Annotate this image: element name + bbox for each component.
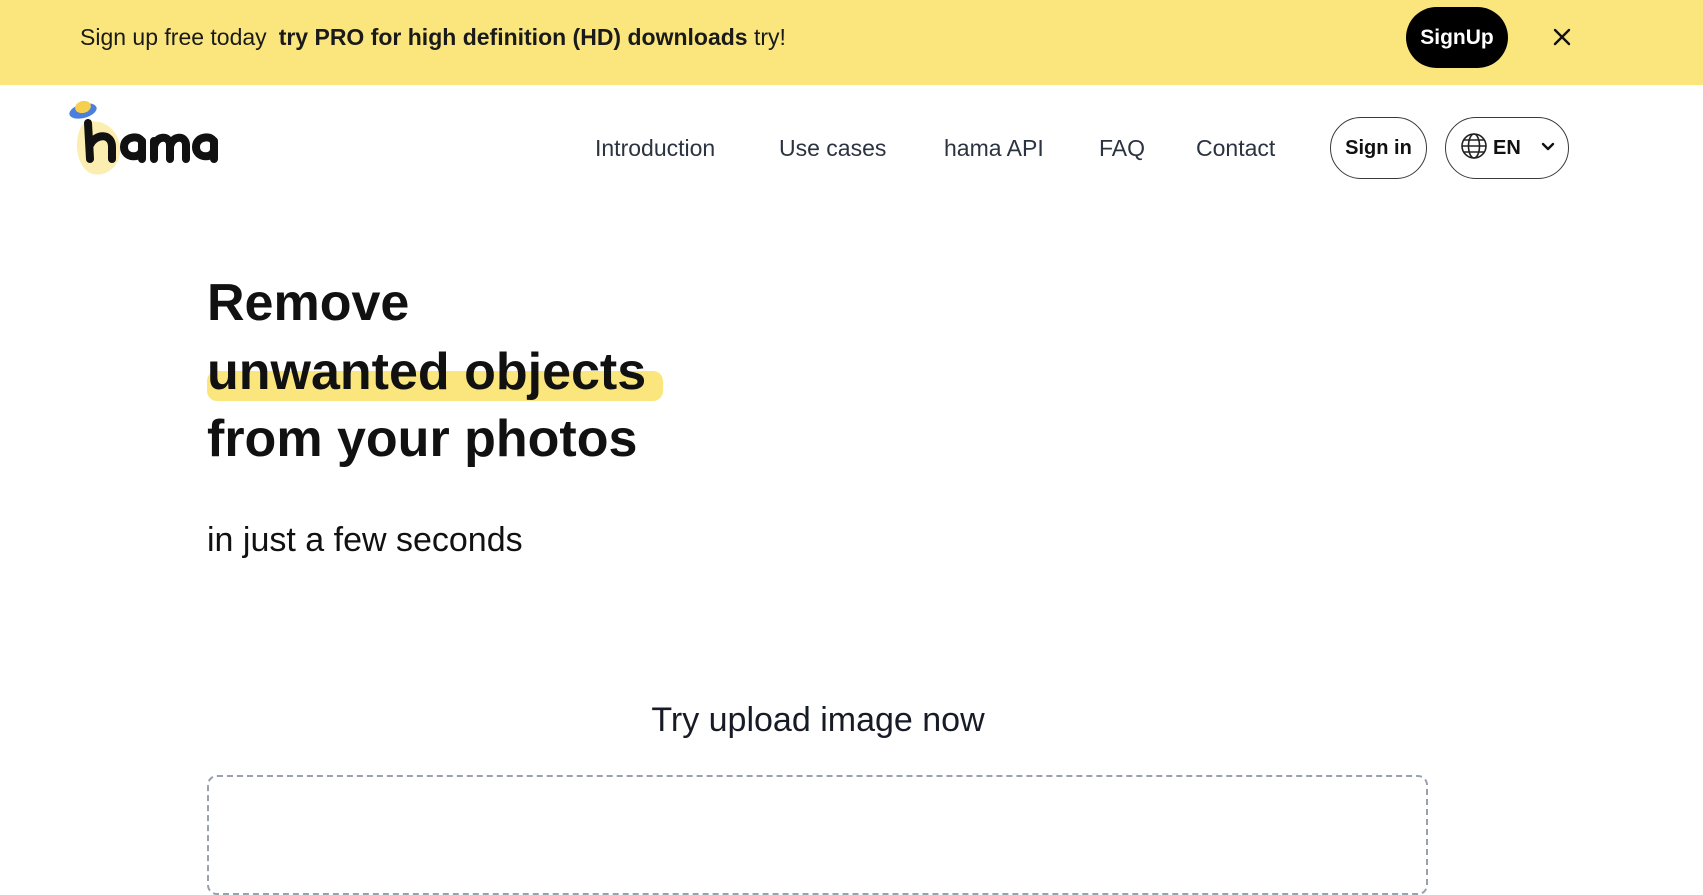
nav-faq[interactable]: FAQ (1099, 134, 1145, 162)
hero-title-line3: from your photos (207, 410, 638, 468)
chevron-down-icon (1540, 139, 1556, 160)
hama-logo[interactable] (68, 97, 218, 179)
promo-banner: Sign up free today try PRO for high defin… (0, 0, 1703, 85)
hero-title-line1: Remove (207, 274, 410, 332)
promo-text-lead: Sign up free today (80, 24, 267, 50)
nav-introduction[interactable]: Introduction (595, 134, 715, 162)
nav-hama-api[interactable]: hama API (944, 134, 1044, 162)
sign-in-button[interactable]: Sign in (1330, 117, 1427, 179)
language-label: EN (1493, 136, 1521, 159)
upload-dropzone[interactable] (207, 775, 1428, 895)
promo-text-highlight: try PRO for high definition (HD) downloa… (278, 24, 748, 50)
signup-button[interactable]: SignUp (1406, 7, 1508, 68)
promo-text: Sign up free today try PRO for high defin… (80, 22, 786, 52)
hero-title-line2: unwanted objects (207, 341, 663, 403)
hero-title-highlight-text: unwanted objects (207, 343, 647, 401)
nav-contact[interactable]: Contact (1196, 134, 1275, 162)
close-icon[interactable] (1548, 21, 1576, 53)
hero-subtitle: in just a few seconds (207, 521, 523, 559)
nav-use-cases[interactable]: Use cases (779, 134, 886, 162)
upload-title: Try upload image now (651, 701, 985, 739)
language-selector[interactable]: EN (1445, 117, 1569, 179)
promo-text-tail: try! (747, 24, 786, 50)
globe-icon (1460, 132, 1488, 165)
